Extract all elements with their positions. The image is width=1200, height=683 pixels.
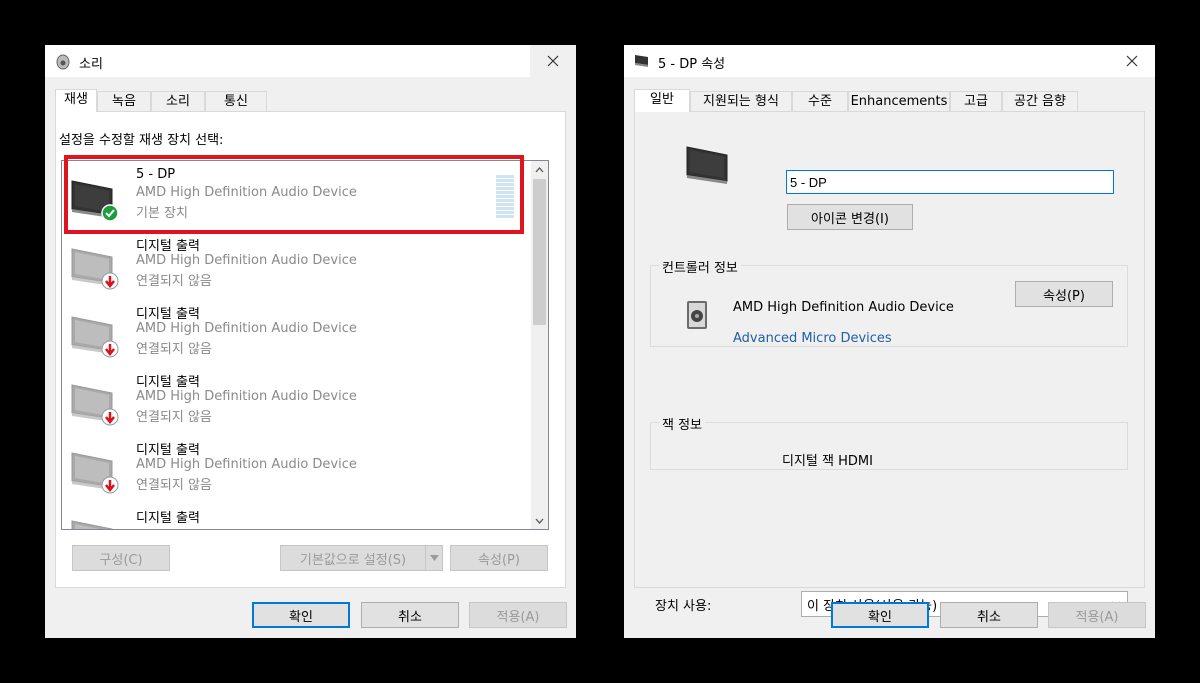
device-monitor-icon [686, 146, 728, 184]
monitor-disabled-icon [71, 316, 119, 358]
tab-general[interactable]: 일반 [634, 89, 690, 112]
scroll-thumb[interactable] [533, 179, 546, 325]
tab-supported-formats[interactable]: 지원되는 형식 [690, 91, 792, 111]
controller-vendor-link[interactable]: Advanced Micro Devices [733, 331, 892, 346]
ok-button[interactable]: 확인 [252, 602, 350, 628]
caret-down-icon [429, 555, 439, 561]
properties-dialog-titlebar: 5 - DP 속성 [624, 45, 1155, 77]
close-icon [547, 55, 559, 67]
device-desc: AMD High Definition Audio Device [136, 321, 357, 336]
close-button[interactable] [530, 45, 576, 77]
device-name: 디지털 출력 [136, 307, 200, 322]
device-desc: AMD High Definition Audio Device [136, 253, 357, 268]
dialog-title: 소리 [79, 57, 103, 72]
device-item[interactable]: 디지털 출력 AMD High Definition Audio Device … [62, 435, 522, 503]
cancel-button[interactable]: 취소 [361, 602, 459, 628]
device-item[interactable]: 디지털 출력 AMD High Definition Audio Device … [62, 367, 522, 435]
apply-button[interactable]: 적용(A) [1048, 602, 1146, 628]
configure-button[interactable]: 구성(C) [72, 545, 170, 571]
change-icon-button[interactable]: 아이콘 변경(I) [787, 204, 913, 230]
scroll-up-button[interactable] [531, 161, 548, 178]
tab-levels[interactable]: 수준 [792, 91, 848, 111]
device-name: 디지털 출력 [136, 375, 200, 390]
close-button[interactable] [1109, 45, 1155, 77]
instruction-text: 설정을 수정할 재생 장치 선택: [59, 133, 224, 148]
device-usage-label: 장치 사용: [655, 599, 712, 614]
device-name: 디지털 출력 [136, 443, 200, 458]
chevron-down-icon [535, 518, 544, 524]
ok-button[interactable]: 확인 [831, 602, 929, 628]
tab-sounds[interactable]: 소리 [151, 91, 205, 111]
group-label: 잭 정보 [659, 414, 706, 433]
monitor-small-icon [634, 54, 650, 68]
device-properties-dialog: 5 - DP 속성 일반 지원되는 형식 수준 Enhancements 고급 … [624, 45, 1155, 638]
list-scrollbar[interactable] [531, 161, 548, 529]
device-status: 연결되지 않음 [136, 342, 212, 357]
device-status: 연결되지 않음 [136, 478, 212, 493]
device-desc: AMD High Definition Audio Device [136, 389, 357, 404]
tab-advanced[interactable]: 고급 [950, 91, 1002, 111]
properties-button[interactable]: 속성(P) [450, 545, 548, 571]
device-name-field[interactable] [786, 170, 1114, 194]
device-name: 디지털 출력 [136, 239, 200, 254]
device-name: 디지털 출력 [136, 511, 200, 526]
apply-button[interactable]: 적용(A) [469, 602, 567, 628]
device-item[interactable]: 디지털 출력 [62, 503, 522, 529]
scroll-down-button[interactable] [531, 512, 548, 529]
chevron-up-icon [535, 166, 544, 172]
monitor-disabled-icon [71, 452, 119, 494]
device-desc: AMD High Definition Audio Device [136, 457, 357, 472]
audio-card-icon [687, 301, 707, 329]
tab-enhancements[interactable]: Enhancements [848, 91, 950, 111]
jack-info-group: 잭 정보 [650, 414, 1128, 470]
device-item[interactable]: 디지털 출력 AMD High Definition Audio Device … [62, 299, 522, 367]
monitor-disabled-icon [71, 248, 119, 290]
dialog-body: 일반 지원되는 형식 수준 Enhancements 고급 공간 음향 아이콘 … [624, 77, 1155, 638]
group-label: 컨트롤러 정보 [659, 257, 741, 276]
monitor-disabled-icon [71, 520, 113, 529]
cancel-button[interactable]: 취소 [940, 602, 1038, 628]
set-default-button[interactable]: 기본값으로 설정(S) [280, 545, 426, 571]
sound-dialog: 소리 재생 녹음 소리 통신 설정을 수정할 재생 장치 선택: 5 - DP … [45, 45, 576, 638]
set-default-dropdown[interactable] [425, 545, 443, 571]
controller-properties-button[interactable]: 속성(P) [1015, 281, 1113, 307]
tab-spatial-sound[interactable]: 공간 음향 [1002, 91, 1078, 111]
controller-name: AMD High Definition Audio Device [733, 300, 954, 315]
monitor-disabled-icon [71, 384, 119, 426]
tab-recording[interactable]: 녹음 [97, 91, 151, 111]
dialog-title: 5 - DP 속성 [658, 57, 726, 72]
jack-info-value: 디지털 잭 HDMI [782, 454, 873, 469]
device-status: 연결되지 않음 [136, 410, 212, 425]
selection-highlight [64, 155, 524, 234]
tab-communications[interactable]: 통신 [205, 91, 267, 111]
device-status: 연결되지 않음 [136, 274, 212, 289]
tab-playback[interactable]: 재생 [55, 89, 97, 112]
sound-dialog-titlebar: 소리 [45, 45, 576, 77]
close-icon [1126, 55, 1138, 67]
device-item[interactable]: 디지털 출력 AMD High Definition Audio Device … [62, 231, 522, 299]
speaker-icon [55, 54, 71, 70]
